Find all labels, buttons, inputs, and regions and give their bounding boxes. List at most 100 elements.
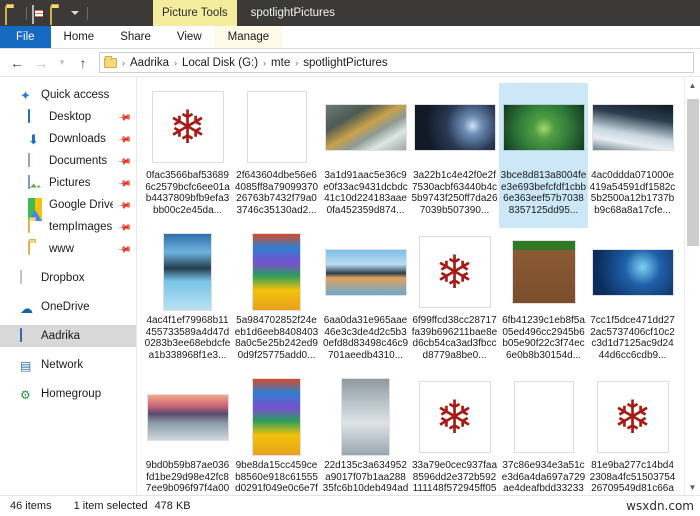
- pin-icon[interactable]: 📌: [117, 242, 132, 257]
- scroll-down-chevron-down-icon[interactable]: ▼: [685, 479, 700, 495]
- properties-icon[interactable]: [32, 5, 48, 24]
- divider: [87, 6, 88, 20]
- sidebar-item-documents[interactable]: Documents 📌: [0, 150, 136, 172]
- thumbnail-wrapper: [592, 87, 674, 167]
- sidebar-item-tempimages[interactable]: tempImages 📌: [0, 216, 136, 238]
- pin-icon[interactable]: 📌: [117, 198, 132, 213]
- file-name-label: 9be8da15cc459ceb8560e918c61555d0291f049e…: [235, 460, 318, 495]
- tab-file[interactable]: File: [0, 26, 51, 48]
- file-tile[interactable]: 3a1d91aac5e36c9e0f33ac9431dcbdc41c10d224…: [321, 83, 410, 228]
- pin-icon[interactable]: 📌: [117, 154, 132, 169]
- sidebar-item-label: Desktop: [49, 111, 92, 123]
- file-explorer-window: Picture Tools spotlightPictures File Hom…: [0, 0, 700, 516]
- sidebar-item-downloads[interactable]: ⬇ Downloads 📌: [0, 128, 136, 150]
- file-tile[interactable]: 3a22b1c4e42f0e2f7530acbf63440b4c5b9743f2…: [410, 83, 499, 228]
- tab-home[interactable]: Home: [51, 26, 108, 48]
- sidebar-item-network[interactable]: ▤ Network: [0, 354, 136, 376]
- thumbnail-blue-lagoon: [164, 234, 211, 310]
- file-tile[interactable]: 6fb41239c1eb8f5a05ed496cc2945b6b05e90f22…: [499, 228, 588, 373]
- picture-icon: [28, 174, 43, 191]
- puzzle-placeholder-icon: ❄: [152, 92, 223, 162]
- file-name-label: 3bce8d813a8004fee3e693befcfdf1cbb6e363ee…: [500, 170, 587, 216]
- folder-icon[interactable]: [5, 5, 21, 25]
- vertical-scrollbar[interactable]: ▲ ▼: [684, 77, 700, 495]
- dropbox-icon: [20, 269, 35, 286]
- thumbnail-wrapper: [503, 377, 585, 457]
- sidebar-item-aadrika[interactable]: Aadrika: [0, 325, 136, 347]
- tab-view[interactable]: View: [164, 26, 215, 48]
- back-icon[interactable]: ←: [6, 52, 28, 74]
- sidebar-item-label: Aadrika: [41, 330, 80, 342]
- forward-icon[interactable]: →: [30, 52, 52, 74]
- pin-icon[interactable]: 📌: [117, 132, 132, 147]
- thumbnail-color-abstract: [253, 379, 300, 455]
- thumbnail-wrapper: [592, 232, 674, 312]
- file-name-label: 7cc1f5dce471dd272ac5737406cf10c2c3d1d712…: [590, 315, 675, 361]
- file-tile[interactable]: ❄ 0fac3566baf536896c2579bcfc6ee01ab443780…: [143, 83, 232, 228]
- file-tile[interactable]: 2f643604dbe56e64085ff8a7909937026763b743…: [232, 83, 321, 228]
- sidebar-item-quick-access[interactable]: ✦ Quick access: [0, 84, 136, 106]
- scroll-up-chevron-up-icon[interactable]: ▲: [685, 77, 700, 93]
- thumbnail-night-field: [414, 104, 495, 150]
- sidebar-item-homegroup[interactable]: ⚙ Homegroup: [0, 383, 136, 405]
- file-tile-selected[interactable]: 3bce8d813a8004fee3e693befcfdf1cbb6e363ee…: [499, 83, 588, 228]
- file-name-label: 4ac0ddda071000e419a54591df1582c5b2500a12…: [589, 170, 676, 216]
- sidebar-item-google-drive[interactable]: Google Drive 📌: [0, 194, 136, 221]
- sidebar-item-label: Downloads: [49, 133, 106, 145]
- tab-share[interactable]: Share: [107, 26, 164, 48]
- sidebar-item-pictures[interactable]: Pictures 📌: [0, 172, 136, 194]
- quick-access-toolbar: [0, 5, 91, 25]
- title-bar: Picture Tools spotlightPictures: [0, 0, 700, 26]
- sidebar-item-www[interactable]: www 📌: [0, 238, 136, 260]
- pin-icon[interactable]: 📌: [117, 220, 132, 235]
- sidebar-item-onedrive[interactable]: ☁ OneDrive: [0, 296, 136, 318]
- file-tile[interactable]: 5a984702852f24eeb1d6eeb84084038a0c5e25b2…: [232, 228, 321, 373]
- sidebar-item-dropbox[interactable]: Dropbox: [0, 267, 136, 289]
- folder-icon: [28, 240, 43, 257]
- up-icon[interactable]: ↑: [72, 52, 94, 74]
- contextual-tab-picture-tools[interactable]: Picture Tools: [153, 0, 237, 26]
- google-drive-icon: [28, 197, 43, 221]
- breadcrumb[interactable]: › Aadrika › Local Disk (G:) › mte › spot…: [99, 52, 694, 73]
- file-tile[interactable]: ❄ 81e9ba277c14bd42308a4fc5150375426709549…: [588, 373, 677, 495]
- breadcrumb-item-local-disk[interactable]: Local Disk (G:): [179, 57, 261, 69]
- file-grid: ❄ 0fac3566baf536896c2579bcfc6ee01ab443780…: [137, 77, 683, 495]
- file-tile[interactable]: 4ac0ddda071000e419a54591df1582c5b2500a12…: [588, 83, 677, 228]
- network-icon: ▤: [20, 358, 32, 373]
- scrollbar-track[interactable]: [685, 93, 700, 479]
- file-tile[interactable]: 22d135c3a634952a9017f07b1aa28835fc6b10de…: [321, 373, 410, 495]
- file-tile[interactable]: ❄ 6f99ffcd38cc28717fa39b696211bae8ed6cb54…: [410, 228, 499, 373]
- file-tile[interactable]: 6aa0da31e965aae46e3c3de4d2c5b30efd8d8349…: [321, 228, 410, 373]
- file-list-pane[interactable]: ❄ 0fac3566baf536896c2579bcfc6ee01ab443780…: [137, 77, 700, 495]
- file-name-label: 22d135c3a634952a9017f07b1aa28835fc6b10de…: [322, 460, 409, 495]
- recent-locations-chevron-down-icon[interactable]: ▾: [54, 52, 70, 74]
- pin-icon[interactable]: 📌: [117, 176, 132, 191]
- sidebar-item-desktop[interactable]: Desktop 📌: [0, 106, 136, 128]
- file-tile[interactable]: 4ac4f1ef79968b11455733589a4d47d0283b3ee6…: [143, 228, 232, 373]
- blank-thumbnail: [514, 382, 573, 452]
- tab-manage[interactable]: Manage: [214, 26, 283, 48]
- file-tile[interactable]: 9bd0b59b87ae036fd1be29d98e42fc87ee9b096f…: [143, 373, 232, 495]
- thumbnail-minecraft: [512, 241, 575, 303]
- breadcrumb-item-spotlightpictures[interactable]: spotlightPictures: [300, 57, 390, 69]
- customize-caret-icon[interactable]: [71, 11, 79, 15]
- pin-icon[interactable]: 📌: [117, 110, 132, 125]
- breadcrumb-item-mte[interactable]: mte: [268, 57, 293, 69]
- file-tile[interactable]: ❄ 33a79e0cec937faa8596dd2e372b592111148f5…: [410, 373, 499, 495]
- download-icon: ⬇: [28, 131, 39, 147]
- file-tile[interactable]: 37c86e934e3a51ce3d6a4da697a729ae4deafbdd…: [499, 373, 588, 495]
- scrollbar-thumb[interactable]: [686, 99, 699, 246]
- new-folder-icon[interactable]: [50, 5, 66, 25]
- file-tile[interactable]: 9be8da15cc459ceb8560e918c61555d0291f049e…: [232, 373, 321, 495]
- monitor-icon: [28, 108, 43, 125]
- file-tile[interactable]: 7cc1f5dce471dd272ac5737406cf10c2c3d1d712…: [588, 228, 677, 373]
- thumbnail-wrapper: [414, 87, 496, 167]
- file-name-label: 6fb41239c1eb8f5a05ed496cc2945b6b05e90f22…: [502, 315, 585, 361]
- file-name-label: 37c86e934e3a51ce3d6a4da697a729ae4deafbdd…: [501, 460, 586, 495]
- breadcrumb-item-aadrika[interactable]: Aadrika: [127, 57, 172, 69]
- sidebar-item-label: Homegroup: [41, 388, 102, 400]
- star-icon: ✦: [20, 87, 31, 103]
- puzzle-placeholder-icon: ❄: [419, 382, 490, 452]
